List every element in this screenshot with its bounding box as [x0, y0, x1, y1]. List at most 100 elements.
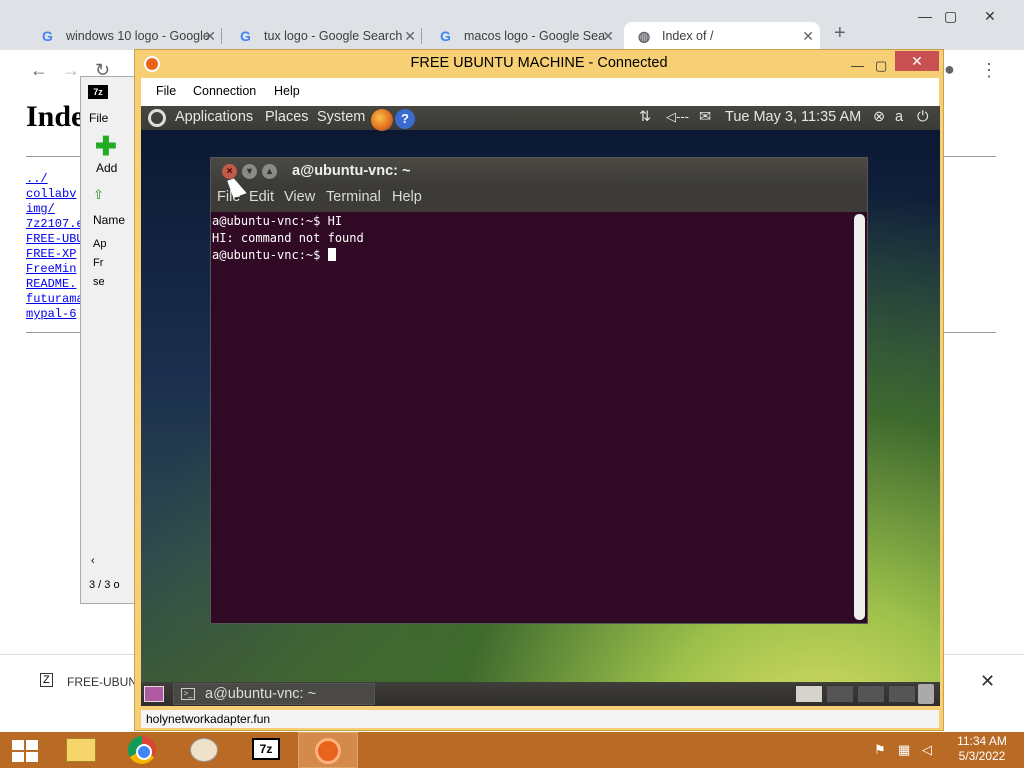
vnc-titlebar[interactable]: FREE UBUNTU MACHINE - Connected — ▢ ✕	[135, 50, 943, 78]
ubuntu-icon	[315, 738, 341, 764]
menu-dots-icon[interactable]: ⋮	[980, 60, 998, 81]
clock-datetime[interactable]: Tue May 3, 11:35 AM	[725, 109, 861, 125]
add-icon[interactable]: ✚	[95, 133, 117, 159]
terminal-menu-edit[interactable]: Edit	[249, 189, 274, 205]
flag-icon[interactable]: ⚑	[874, 742, 886, 758]
menu-system[interactable]: System	[317, 109, 365, 125]
tab-close-icon[interactable]: ✕	[802, 22, 814, 50]
folder-up-icon[interactable]: ⇧	[93, 187, 104, 203]
add-button-label[interactable]: Add	[96, 161, 117, 175]
firefox-icon[interactable]	[371, 109, 393, 131]
vnc-menu-connection[interactable]: Connection	[193, 84, 256, 98]
sevenzip-status: 3 / 3 o	[89, 579, 120, 591]
vnc-statusbar: holynetworkadapter.fun	[141, 710, 939, 728]
vnc-menu-file[interactable]: File	[156, 84, 176, 98]
vnc-close-button[interactable]: ✕	[895, 51, 939, 71]
show-desktop-icon[interactable]	[144, 686, 164, 702]
link-item[interactable]: FREE-XP	[26, 247, 84, 262]
tab-windows-logo[interactable]: G windows 10 logo - Google ✕	[28, 22, 222, 50]
link-item[interactable]: README.	[26, 277, 84, 292]
workspace-1[interactable]	[795, 685, 823, 703]
user-status-icon[interactable]: ⊗	[873, 109, 885, 125]
help-icon[interactable]: ?	[395, 109, 415, 129]
volume-tray-icon[interactable]: ◁	[922, 742, 932, 758]
tab-tux-logo[interactable]: G tux logo - Google Search ✕	[226, 22, 422, 50]
taskbar-7zip[interactable]: 7z	[236, 732, 296, 768]
vnc-title: FREE UBUNTU MACHINE - Connected	[410, 55, 668, 71]
column-name[interactable]: Name	[93, 213, 125, 227]
vnc-menu-help[interactable]: Help	[274, 84, 300, 98]
link-item[interactable]: FREE-UBU	[26, 232, 84, 247]
taskbar-chrome[interactable]	[112, 732, 172, 768]
mail-icon[interactable]: ✉	[699, 109, 711, 125]
taskbar-terminal-button[interactable]: >_ a@ubuntu-vnc: ~	[173, 683, 375, 705]
network-icon[interactable]: ⇅	[639, 109, 651, 125]
remote-desktop[interactable]: Applications Places System ? ⇅ ◁--- ✉ Tu…	[141, 106, 940, 706]
status-url: holynetworkadapter.fun	[146, 712, 271, 726]
forward-icon[interactable]: →	[62, 60, 80, 81]
terminal-close-button[interactable]: ×	[222, 164, 237, 179]
terminal-title: a@ubuntu-vnc: ~	[292, 163, 411, 179]
list-item[interactable]: Fr	[93, 254, 106, 273]
scroll-left-icon[interactable]: ‹	[91, 555, 95, 567]
list-item[interactable]: se	[93, 273, 106, 292]
system-clock[interactable]: 11:34 AM 5/3/2022	[950, 734, 1014, 764]
windows-start-icon[interactable]	[12, 740, 38, 762]
link-parent[interactable]: ../	[26, 172, 84, 187]
link-item[interactable]: FreeMin	[26, 262, 84, 277]
network-tray-icon[interactable]: ▦	[898, 742, 910, 758]
tab-index[interactable]: ◍ Index of / ✕	[624, 22, 820, 50]
download-item[interactable]: FREE-UBUN	[67, 675, 137, 689]
folder-icon	[66, 738, 96, 762]
chrome-icon	[128, 736, 156, 764]
maximize-icon[interactable]: ▢	[875, 52, 887, 79]
close-icon[interactable]: ✕	[984, 8, 996, 25]
maximize-icon[interactable]: ▢	[944, 8, 957, 25]
globe-icon: ◍	[638, 28, 651, 44]
download-bar-close-icon[interactable]: ✕	[980, 671, 995, 692]
terminal-scrollbar[interactable]	[854, 214, 865, 620]
workspace-3[interactable]	[857, 685, 885, 703]
gnome-top-panel: Applications Places System ? ⇅ ◁--- ✉ Tu…	[141, 106, 940, 131]
list-item[interactable]: Ap	[93, 235, 106, 254]
taskbar-vnc-ubuntu[interactable]	[298, 732, 358, 768]
link-item[interactable]: 7z2107.e	[26, 217, 84, 232]
tab-close-icon[interactable]: ✕	[404, 22, 416, 50]
taskbar-paint[interactable]	[174, 732, 234, 768]
terminal-line: a@ubuntu-vnc:~$ HI	[212, 214, 343, 228]
new-tab-button[interactable]: +	[834, 22, 846, 45]
link-item[interactable]: futurama	[26, 292, 84, 307]
tab-close-icon[interactable]: ✕	[602, 22, 614, 50]
minimize-icon[interactable]: —	[851, 52, 864, 79]
link-item[interactable]: collabv	[26, 187, 84, 202]
back-icon[interactable]: ←	[30, 60, 48, 81]
volume-icon[interactable]: ◁---	[666, 109, 689, 125]
username[interactable]: a	[895, 109, 903, 125]
link-item[interactable]: img/	[26, 202, 84, 217]
tab-macos-logo[interactable]: G macos logo - Google Sea ✕	[426, 22, 620, 50]
workspace-2[interactable]	[826, 685, 854, 703]
terminal-prompt-line: a@ubuntu-vnc:~$	[212, 247, 852, 264]
terminal-menu-terminal[interactable]: Terminal	[326, 189, 381, 205]
terminal-maximize-button[interactable]: ▴	[262, 164, 277, 179]
terminal-output[interactable]: a@ubuntu-vnc:~$ HI HI: command not found…	[212, 212, 852, 622]
trash-icon[interactable]	[918, 684, 934, 704]
terminal-titlebar[interactable]: × ▾ ▴ a@ubuntu-vnc: ~	[211, 158, 867, 185]
tab-close-icon[interactable]: ✕	[204, 22, 216, 50]
workspace-4[interactable]	[888, 685, 916, 703]
menu-applications[interactable]: Applications	[175, 109, 253, 125]
terminal-minimize-button[interactable]: ▾	[242, 164, 257, 179]
terminal-window: × ▾ ▴ a@ubuntu-vnc: ~ File Edit View Ter…	[210, 157, 868, 624]
taskbar-file-explorer[interactable]	[50, 732, 110, 768]
power-icon[interactable]: ⏻	[917, 109, 928, 125]
terminal-line: HI: command not found	[212, 231, 364, 245]
menu-places[interactable]: Places	[265, 109, 309, 125]
terminal-menu-view[interactable]: View	[284, 189, 315, 205]
minimize-icon[interactable]: —	[918, 8, 932, 24]
profile-icon[interactable]: ●	[944, 59, 955, 80]
link-item[interactable]: mypal-6	[26, 307, 84, 322]
terminal-menu-help[interactable]: Help	[392, 189, 422, 205]
archive-icon: Z	[40, 673, 53, 687]
sevenzip-menu-file[interactable]: File	[89, 111, 108, 125]
windows-taskbar: 7z ⚑ ▦ ◁ 11:34 AM 5/3/2022	[0, 732, 1024, 768]
